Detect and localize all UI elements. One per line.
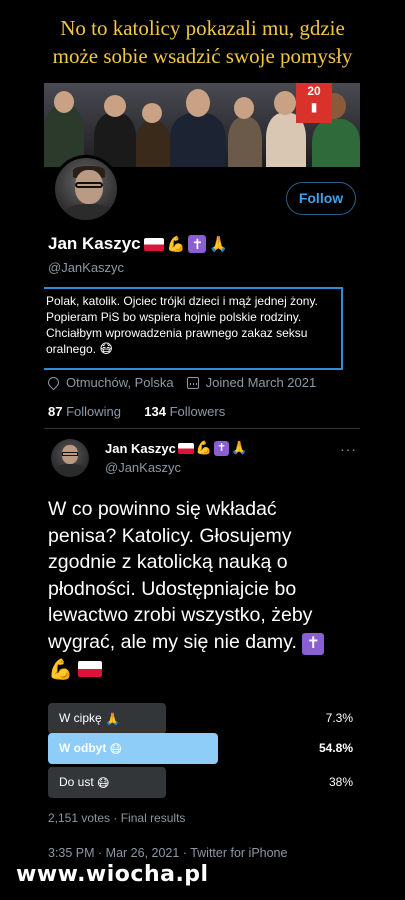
follow-button[interactable]: Follow (286, 182, 356, 215)
tweet-text-line: wygrać, ale my się nie damy. ✝ (48, 629, 353, 656)
profile-header-photo: 20 ▮ (44, 83, 360, 167)
poland-flag-icon (143, 237, 164, 251)
profile-name-text: Jan Kaszyc (48, 234, 141, 253)
following-count: 87 (48, 404, 63, 419)
mask-face-icon: 😷 (97, 775, 110, 790)
poll-option: Do ust 😷 38% (48, 767, 353, 798)
profile-avatar[interactable] (52, 155, 120, 223)
profile-bio-text: Polak, katolik. Ojciec trójki dzieci i m… (46, 294, 318, 356)
following-link[interactable]: 87 Following (48, 404, 121, 419)
poll-votes: 2,151 votes (48, 811, 111, 825)
poll-option-label: Do ust 😷 (59, 775, 110, 790)
tweet-timestamp[interactable]: 3:35 PM · Mar 26, 2021 · Twitter for iPh… (48, 846, 287, 860)
cross-icon: ✝ (302, 632, 325, 655)
tweet-author-name-text: Jan Kaszyc (105, 441, 176, 456)
followers-link[interactable]: 134 Followers (144, 404, 225, 419)
poll-option: W cipkę 🙏 7.3% (48, 703, 353, 734)
tweet-author-handle[interactable]: @JanKaszyc (105, 460, 181, 475)
followers-label: Followers (169, 404, 226, 419)
profile-handle: @JanKaszyc (48, 260, 125, 275)
profile-display-name: Jan Kaszyc 💪 ✝ 🙏 (48, 234, 228, 254)
poll-summary: 2,151 votes · Final results (48, 811, 186, 825)
tweet-text-emoji-line: 💪 (48, 655, 353, 682)
header-banner: 20 ▮ (296, 83, 332, 123)
poll-option-percent: 54.8% (318, 741, 353, 755)
site-watermark: www.wiocha.pl (16, 862, 209, 887)
tweet-text-line: lewactwo zrobi wszystko, żeby (48, 604, 313, 626)
praying-hands-icon: 🙏 (231, 441, 248, 456)
poll-option: W odbyt 😷 54.8% (48, 733, 353, 764)
mask-face-icon: 😷 (99, 342, 113, 358)
praying-hands-icon: 🙏 (105, 711, 120, 726)
follow-stats: 87 Following 134 Followers (48, 404, 225, 419)
tweet-author-avatar[interactable] (51, 439, 89, 477)
meme-title-line-2: może sobie wsadzić swoje pomysły (52, 44, 353, 68)
tweet-author-name[interactable]: Jan Kaszyc 💪 ✝ 🙏 (105, 441, 247, 456)
cross-icon: ✝ (214, 441, 230, 456)
profile-meta: Otmuchów, Polska Joined March 2021 (45, 374, 317, 391)
tweet-text-line-6: wygrać, ale my się nie damy. (48, 630, 297, 653)
flexed-arm-icon: 💪 (166, 234, 186, 253)
meme-title-line-1: No to katolicy pokazali mu, gdzie (60, 16, 345, 40)
tweet-text-line: płodności. Udostępniajcie bo (48, 577, 297, 600)
calendar-icon (186, 376, 199, 389)
poll-option-label: W cipkę 🙏 (59, 711, 120, 726)
poll-option-percent: 7.3% (325, 711, 353, 725)
poll-option-percent: 38% (328, 775, 353, 789)
more-options-icon[interactable]: ··· (340, 441, 357, 457)
mask-face-icon: 😷 (109, 741, 123, 756)
poll-status: Final results (120, 811, 186, 825)
profile-bio: Polak, katolik. Ojciec trójki dzieci i m… (44, 287, 343, 370)
profile-joined: Joined March 2021 (205, 375, 317, 390)
tweet-text-line: zgodnie z katolicką nauką o (48, 551, 288, 573)
following-label: Following (66, 404, 122, 419)
meme-title: No to katolicy pokazali mu, gdzie może s… (0, 14, 405, 70)
divider (44, 428, 360, 429)
tweet-text-line: W co powinno się wkładać (48, 498, 277, 520)
flexed-arm-icon: 💪 (48, 656, 73, 681)
tweet-text: W co powinno się wkładać penisa? Katolic… (48, 496, 353, 682)
twitter-screenshot: 20 ▮ Follow Jan Kaszyc 💪 ✝ 🙏 @JanKaszyc P… (44, 83, 360, 870)
tweet-text-line: penisa? Katolicy. Głosujemy (48, 524, 292, 547)
flexed-arm-icon: 💪 (195, 441, 213, 456)
praying-hands-icon: 🙏 (209, 234, 228, 253)
followers-count: 134 (144, 404, 166, 419)
poll-option-label: W odbyt 😷 (59, 741, 123, 756)
profile-location: Otmuchów, Polska (66, 375, 174, 390)
poland-flag-icon (177, 443, 194, 454)
location-pin-icon (45, 374, 62, 391)
poland-flag-icon (78, 660, 103, 677)
cross-icon: ✝ (188, 235, 207, 253)
